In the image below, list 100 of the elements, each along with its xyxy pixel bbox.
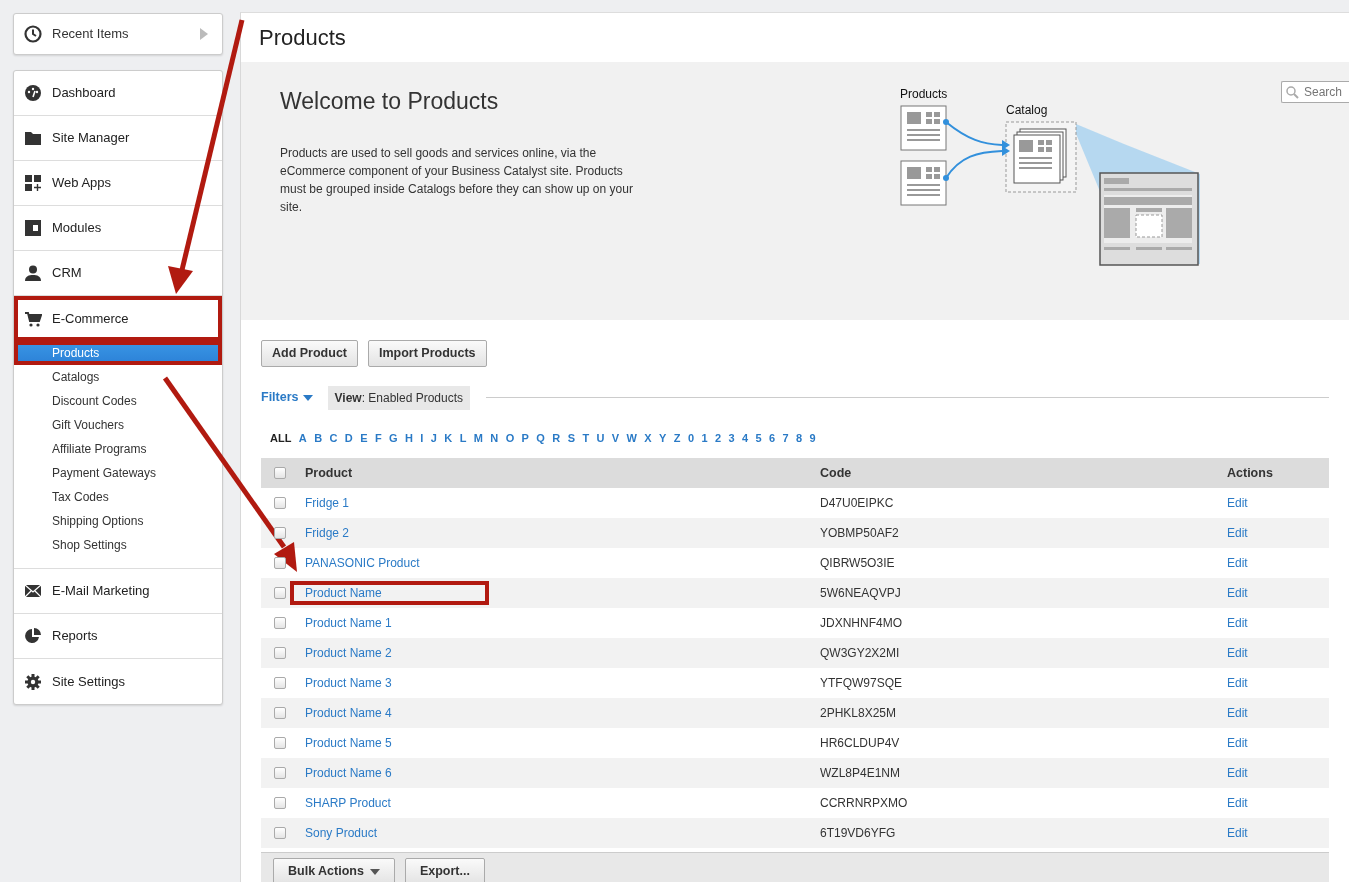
row-checkbox[interactable] <box>274 557 286 570</box>
letter-filter-link[interactable]: 9 <box>809 429 816 447</box>
sub-nav-item[interactable]: Affiliate Programs <box>14 437 222 461</box>
row-checkbox[interactable] <box>274 497 286 510</box>
select-all-checkbox[interactable] <box>274 467 286 480</box>
row-checkbox[interactable] <box>274 587 286 600</box>
product-link[interactable]: Product Name 6 <box>305 764 392 783</box>
letter-filter-link[interactable]: R <box>552 429 561 447</box>
row-checkbox[interactable] <box>274 677 286 690</box>
nav-item[interactable]: Modules <box>14 206 222 251</box>
nav-item[interactable]: Web Apps <box>14 161 222 206</box>
nav-item[interactable]: Reports <box>14 614 222 659</box>
bulk-actions-dropdown[interactable]: Bulk Actions <box>273 858 395 882</box>
product-link[interactable]: Sony Product <box>305 824 378 843</box>
letter-filter-link[interactable]: A <box>298 429 307 447</box>
letter-filter-link[interactable]: L <box>459 429 467 447</box>
letter-filter-link[interactable]: U <box>596 429 605 447</box>
letter-filter-link[interactable]: 8 <box>796 429 803 447</box>
edit-link[interactable]: Edit <box>1227 704 1248 723</box>
letter-filter-link[interactable]: B <box>314 429 323 447</box>
letter-filter-link[interactable]: E <box>360 429 368 447</box>
letter-filter-link[interactable]: I <box>420 429 424 447</box>
row-checkbox[interactable] <box>274 647 286 660</box>
letter-filter-link[interactable]: 3 <box>728 429 735 447</box>
nav-item[interactable]: E-Mail Marketing <box>14 569 222 614</box>
nav-item[interactable]: Site Manager <box>14 116 222 161</box>
letter-filter-link[interactable]: ALL <box>270 429 292 447</box>
product-code: QW3GY2X2MI <box>820 646 900 661</box>
letter-filter-link[interactable]: M <box>473 429 483 447</box>
sub-nav-item[interactable]: Tax Codes <box>14 485 222 509</box>
letter-filter-link[interactable]: T <box>582 429 590 447</box>
letter-filter-link[interactable]: K <box>444 429 453 447</box>
sub-nav-item[interactable]: Products <box>14 341 222 365</box>
row-checkbox[interactable] <box>274 797 286 810</box>
edit-link[interactable]: Edit <box>1227 794 1248 813</box>
row-checkbox[interactable] <box>274 617 286 630</box>
row-checkbox[interactable] <box>274 827 286 840</box>
letter-filter-link[interactable]: H <box>404 429 413 447</box>
sub-nav-item[interactable]: Shop Settings <box>14 533 222 557</box>
letter-filter-link[interactable]: Q <box>536 429 545 447</box>
letter-filter-link[interactable]: W <box>626 429 637 447</box>
letter-filter-link[interactable]: 2 <box>715 429 722 447</box>
sub-nav-item[interactable]: Payment Gateways <box>14 461 222 485</box>
edit-link[interactable]: Edit <box>1227 734 1248 753</box>
edit-link[interactable]: Edit <box>1227 524 1248 543</box>
product-link[interactable]: Product Name 4 <box>305 704 392 723</box>
recent-items-panel[interactable]: Recent Items <box>13 13 223 55</box>
letter-filter-link[interactable]: 4 <box>742 429 749 447</box>
nav-item[interactable]: Dashboard <box>14 71 222 116</box>
letter-filter-link[interactable]: Y <box>659 429 667 447</box>
letter-filter-link[interactable]: 5 <box>755 429 762 447</box>
letter-filter-link[interactable]: O <box>505 429 515 447</box>
letter-filter-link[interactable]: Z <box>673 429 681 447</box>
row-checkbox[interactable] <box>274 527 286 540</box>
edit-link[interactable]: Edit <box>1227 554 1248 573</box>
letter-filter-link[interactable]: V <box>611 429 620 447</box>
action-button[interactable]: Add Product <box>261 340 358 367</box>
letter-filter-link[interactable]: X <box>644 429 652 447</box>
product-link[interactable]: SHARP Product <box>305 794 391 813</box>
sub-nav-item[interactable]: Gift Vouchers <box>14 413 222 437</box>
letter-filter-link[interactable]: 6 <box>769 429 776 447</box>
product-link[interactable]: Product Name 3 <box>305 674 392 693</box>
product-link[interactable]: Product Name 1 <box>305 614 392 633</box>
search-field[interactable]: Search <box>1281 81 1349 103</box>
letter-filter-link[interactable]: G <box>389 429 398 447</box>
row-checkbox[interactable] <box>274 707 286 720</box>
product-link[interactable]: Product Name 5 <box>305 734 392 753</box>
sub-nav-item[interactable]: Discount Codes <box>14 389 222 413</box>
row-checkbox[interactable] <box>274 767 286 780</box>
nav-item[interactable]: Site Settings <box>14 659 222 704</box>
edit-link[interactable]: Edit <box>1227 584 1248 603</box>
filters-dropdown[interactable]: Filters <box>261 388 313 408</box>
letter-filter-link[interactable]: P <box>521 429 529 447</box>
export-button[interactable]: Export... <box>404 858 485 882</box>
product-link[interactable]: Fridge 1 <box>305 494 350 513</box>
edit-link[interactable]: Edit <box>1227 824 1248 843</box>
letter-filter-link[interactable]: C <box>329 429 338 447</box>
letter-filter-link[interactable]: 0 <box>687 429 695 447</box>
product-link[interactable]: PANASONIC Product <box>305 554 420 573</box>
edit-link[interactable]: Edit <box>1227 674 1248 693</box>
product-link[interactable]: Product Name <box>290 581 489 606</box>
row-checkbox[interactable] <box>274 737 286 750</box>
letter-filter-link[interactable]: J <box>430 429 437 447</box>
letter-filter-link[interactable]: N <box>490 429 499 447</box>
action-button[interactable]: Import Products <box>368 340 487 367</box>
sub-nav-item[interactable]: Catalogs <box>14 365 222 389</box>
letter-filter-link[interactable]: 1 <box>701 429 708 447</box>
letter-filter-link[interactable]: S <box>567 429 575 447</box>
clock-icon <box>24 25 42 43</box>
sub-nav-item[interactable]: Shipping Options <box>14 509 222 533</box>
nav-item[interactable]: E-Commerce <box>14 296 222 341</box>
product-link[interactable]: Product Name 2 <box>305 644 392 663</box>
letter-filter-link[interactable]: 7 <box>782 429 789 447</box>
letter-filter-link[interactable]: F <box>374 429 382 447</box>
edit-link[interactable]: Edit <box>1227 644 1248 663</box>
edit-link[interactable]: Edit <box>1227 764 1248 783</box>
product-link[interactable]: Fridge 2 <box>305 524 350 543</box>
edit-link[interactable]: Edit <box>1227 494 1248 513</box>
letter-filter-link[interactable]: D <box>344 429 353 447</box>
edit-link[interactable]: Edit <box>1227 614 1248 633</box>
